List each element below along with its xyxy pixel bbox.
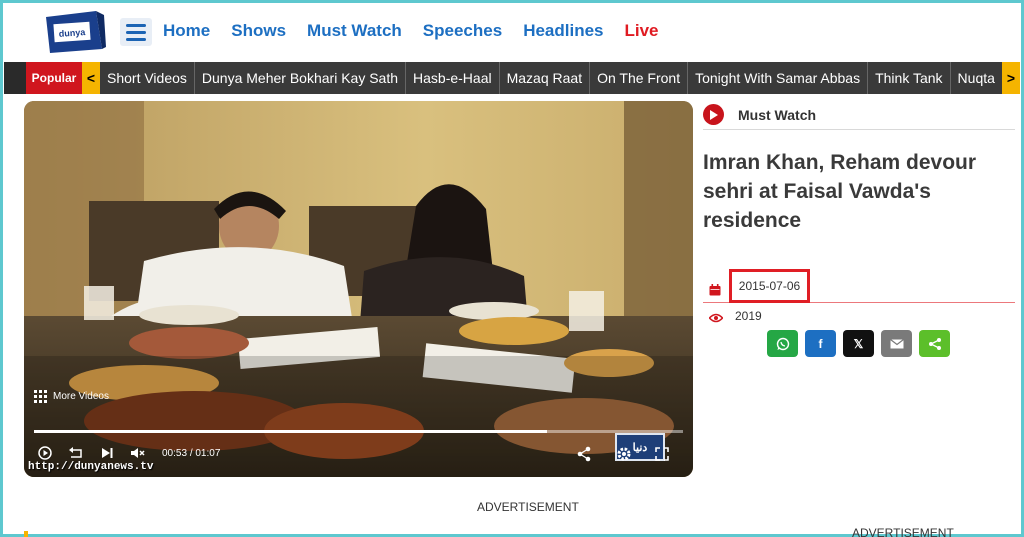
time-separator: / <box>189 447 193 459</box>
nav-must-watch[interactable]: Must Watch <box>307 21 402 41</box>
popular-next-button[interactable]: > <box>1002 62 1020 94</box>
logo-text: dunya <box>58 27 86 39</box>
view-count: 2019 <box>735 309 762 323</box>
popular-item[interactable]: Think Tank <box>868 62 951 94</box>
dunya-logo[interactable]: dunya <box>42 9 106 55</box>
nav-live[interactable]: Live <box>625 21 659 41</box>
share-icon[interactable] <box>576 446 592 462</box>
calendar-icon <box>709 283 721 296</box>
advertisement-label-right: ADVERTISEMENT <box>852 526 954 537</box>
email-share-button[interactable] <box>881 330 912 357</box>
publish-date: 2015-07-06 <box>729 269 810 303</box>
popular-items: Short Videos Dunya Meher Bokhari Kay Sat… <box>100 62 1003 94</box>
facebook-icon: f <box>818 336 823 351</box>
section-label[interactable]: Must Watch <box>738 107 816 123</box>
general-share-button[interactable] <box>919 330 950 357</box>
nav-headlines[interactable]: Headlines <box>523 21 603 41</box>
more-videos-label: More Videos <box>53 391 109 402</box>
more-videos-button[interactable]: More Videos <box>34 390 109 403</box>
popular-item[interactable]: Hasb-e-Haal <box>406 62 500 94</box>
video-controls: 00:53 / 01:07 <box>38 446 220 460</box>
mute-icon[interactable] <box>130 446 146 460</box>
facebook-share-button[interactable]: f <box>805 330 836 357</box>
popular-item[interactable]: Tonight With Samar Abbas <box>688 62 869 94</box>
article-headline: Imran Khan, Reham devour sehri at Faisal… <box>703 151 977 232</box>
popular-item[interactable]: On The Front <box>590 62 689 94</box>
whatsapp-share-button[interactable] <box>767 330 798 357</box>
nav-home[interactable]: Home <box>163 21 210 41</box>
video-watermark: http://dunyanews.tv <box>28 461 154 473</box>
whatsapp-icon <box>776 337 789 350</box>
menu-icon[interactable] <box>120 18 152 46</box>
gear-icon[interactable] <box>616 446 632 462</box>
play-icon[interactable] <box>38 446 52 460</box>
popular-item[interactable]: Mazaq Raat <box>500 62 591 94</box>
email-icon <box>889 338 904 348</box>
nav-speeches[interactable]: Speeches <box>423 21 502 41</box>
must-watch-play-icon <box>703 104 724 125</box>
x-share-button[interactable]: 𝕏 <box>843 330 874 357</box>
next-icon[interactable] <box>100 446 114 460</box>
accent-mark <box>24 531 28 537</box>
popular-bar: Popular < Short Videos Dunya Meher Bokha… <box>4 62 1020 94</box>
share-alt-icon <box>928 337 941 350</box>
nav-shows[interactable]: Shows <box>231 21 286 41</box>
eye-icon <box>708 310 724 328</box>
video-frame-image <box>24 101 693 477</box>
date-divider <box>703 302 1015 303</box>
share-buttons: f 𝕏 <box>767 330 950 357</box>
popular-item[interactable]: Nuqta <box>951 62 1003 94</box>
popular-label: Popular <box>26 62 82 94</box>
fullscreen-icon[interactable] <box>654 446 670 462</box>
frame-left <box>0 3 3 537</box>
video-player[interactable]: More Videos 00:53 / 01:07 دنیا http://du… <box>24 101 693 477</box>
popular-prev-button[interactable]: < <box>82 62 100 94</box>
replay-10-icon[interactable] <box>68 446 84 460</box>
video-progress-bar[interactable] <box>34 430 683 433</box>
popular-item[interactable]: Short Videos <box>100 62 195 94</box>
grid-icon <box>34 390 47 403</box>
x-icon: 𝕏 <box>853 336 864 351</box>
current-time: 00:53 <box>162 447 188 459</box>
video-progress-fill <box>34 430 547 433</box>
popular-item[interactable]: Dunya Meher Bokhari Kay Sath <box>195 62 407 94</box>
main-nav: Home Shows Must Watch Speeches Headlines… <box>163 21 680 41</box>
section-divider <box>703 129 1015 130</box>
duration: 01:07 <box>195 447 221 459</box>
advertisement-label: ADVERTISEMENT <box>477 500 579 514</box>
